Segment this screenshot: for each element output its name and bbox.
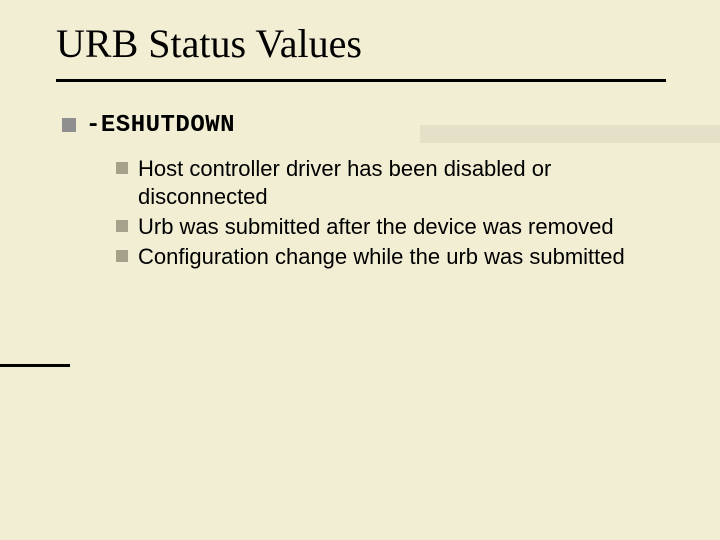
content: -ESHUTDOWN Host controller driver has be…: [0, 82, 720, 272]
status-code: -ESHUTDOWN: [86, 112, 235, 139]
square-bullet-icon: [116, 220, 128, 232]
sublist: Host controller driver has been disabled…: [62, 149, 660, 272]
left-rule: [0, 364, 70, 367]
list-item-text: Configuration change while the urb was s…: [138, 243, 625, 271]
square-bullet-icon: [116, 162, 128, 174]
page-title: URB Status Values: [56, 20, 720, 67]
title-wrap: URB Status Values: [0, 0, 720, 73]
decorative-shadow: [420, 125, 720, 143]
square-bullet-icon: [116, 250, 128, 262]
square-bullet-icon: [62, 118, 76, 132]
list-item-text: Host controller driver has been disabled…: [138, 155, 660, 211]
list-item: Configuration change while the urb was s…: [116, 243, 660, 271]
list-item: Host controller driver has been disabled…: [116, 155, 660, 211]
list-item: Urb was submitted after the device was r…: [116, 213, 660, 241]
list-item-text: Urb was submitted after the device was r…: [138, 213, 614, 241]
